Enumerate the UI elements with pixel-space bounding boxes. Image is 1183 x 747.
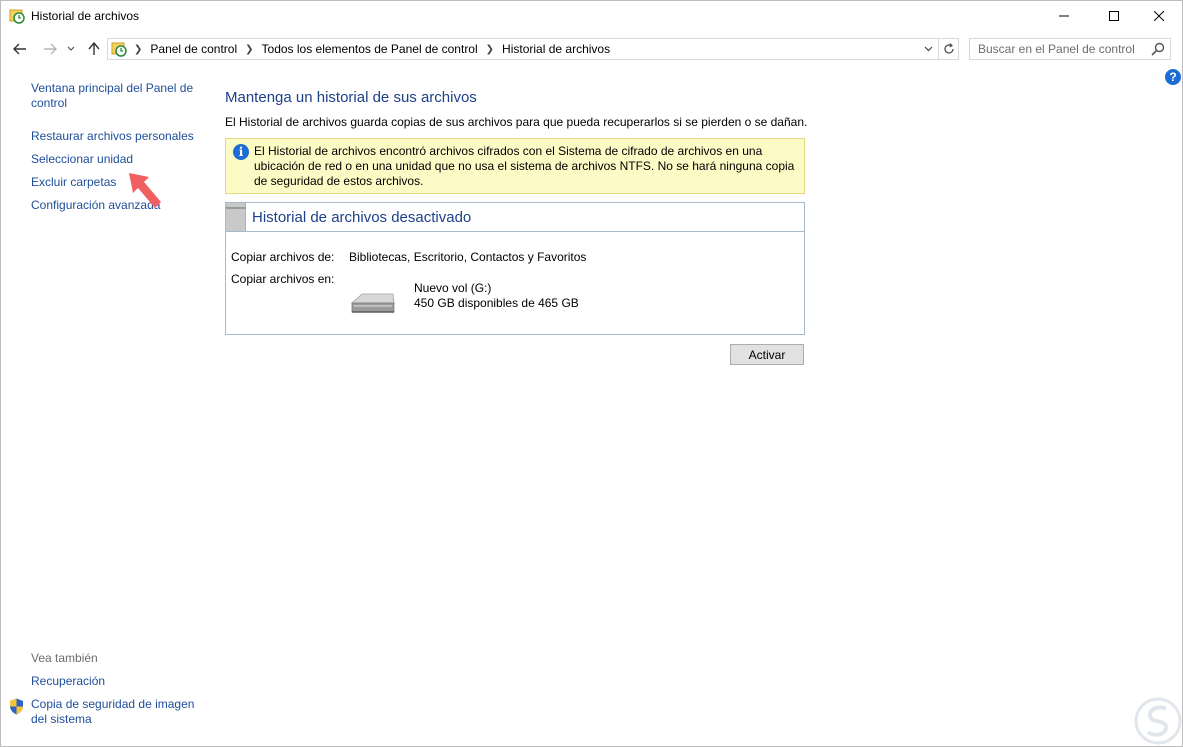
drive-name: Nuevo vol (G:) [414, 281, 492, 295]
watermark-logo-icon [1134, 697, 1182, 745]
see-also-heading: Vea también [31, 651, 98, 665]
status-panel: Historial de archivos desactivado Copiar… [225, 202, 805, 335]
annotation-arrow-icon [129, 173, 161, 208]
file-history-icon [111, 42, 127, 57]
window-title: Historial de archivos [31, 9, 140, 23]
sidebar-link-exclude-folders[interactable]: Excluir carpetas [31, 175, 116, 190]
recent-locations-button[interactable] [65, 39, 77, 59]
chevron-right-icon[interactable]: ❯ [245, 44, 253, 55]
close-button[interactable] [1136, 1, 1182, 31]
page-description: El Historial de archivos guarda copias d… [225, 115, 808, 129]
forward-arrow-icon [44, 43, 57, 55]
back-button[interactable] [11, 39, 29, 59]
refresh-button[interactable] [938, 39, 958, 59]
status-title: Historial de archivos desactivado [252, 209, 472, 226]
navigation-bar: ❯ Panel de control ❯ Todos los elementos… [1, 36, 1182, 62]
copy-from-label: Copiar archivos de: [231, 250, 335, 264]
activate-button[interactable]: Activar [730, 344, 804, 365]
copy-to-label: Copiar archivos en: [231, 272, 335, 286]
minimize-button[interactable] [1041, 1, 1087, 31]
maximize-icon [1109, 11, 1119, 21]
search-box[interactable] [969, 38, 1171, 60]
maximize-button[interactable] [1091, 1, 1137, 31]
forward-button[interactable] [41, 39, 59, 59]
breadcrumb-item-historial-de-archivos[interactable]: Historial de archivos [502, 42, 610, 56]
warning-text: El Historial de archivos encontró archiv… [254, 144, 795, 188]
breadcrumb-item-todos-los-elementos[interactable]: Todos los elementos de Panel de control [262, 42, 478, 56]
address-bar[interactable]: ❯ Panel de control ❯ Todos los elementos… [107, 38, 959, 60]
uac-shield-icon [10, 698, 23, 715]
help-icon[interactable]: ? [1165, 69, 1181, 85]
address-dropdown-button[interactable] [919, 39, 937, 59]
copy-from-value: Bibliotecas, Escritorio, Contactos y Fav… [349, 250, 587, 264]
sidebar-link-control-panel-home[interactable]: Ventana principal del Panel de control [31, 81, 201, 111]
up-button[interactable] [85, 39, 103, 59]
sidebar-link-system-image-backup[interactable]: Copia de seguridad de imagen del sistema [31, 697, 206, 727]
refresh-icon [943, 43, 954, 54]
search-input[interactable] [970, 39, 1145, 59]
sidebar-link-recovery[interactable]: Recuperación [31, 674, 105, 689]
breadcrumb: ❯ Panel de control ❯ Todos los elementos… [132, 42, 610, 56]
chevron-down-icon [924, 46, 932, 52]
hard-drive-icon [350, 293, 395, 313]
file-history-window: Historial de archivos ❯ Panel de control… [0, 0, 1183, 747]
search-icon[interactable] [1150, 41, 1166, 57]
close-icon [1154, 11, 1164, 21]
chevron-down-icon [67, 46, 75, 51]
chevron-right-icon[interactable]: ❯ [486, 44, 494, 55]
drive-space: 450 GB disponibles de 465 GB [414, 296, 579, 310]
file-history-icon [9, 9, 25, 24]
info-icon: i [233, 144, 249, 160]
title-bar[interactable]: Historial de archivos [1, 1, 1182, 32]
encryption-warning-banner: i El Historial de archivos encontró arch… [225, 138, 805, 194]
breadcrumb-item-panel-de-control[interactable]: Panel de control [150, 42, 237, 56]
up-arrow-icon [88, 42, 100, 55]
status-indicator [226, 203, 246, 231]
chevron-right-icon[interactable]: ❯ [134, 44, 142, 55]
sidebar-link-restore-files[interactable]: Restaurar archivos personales [31, 129, 194, 144]
page-title: Mantenga un historial de sus archivos [225, 89, 477, 106]
sidebar-link-select-drive[interactable]: Seleccionar unidad [31, 152, 133, 167]
minimize-icon [1059, 15, 1069, 17]
status-panel-header: Historial de archivos desactivado [226, 203, 804, 232]
back-arrow-icon [13, 43, 26, 55]
